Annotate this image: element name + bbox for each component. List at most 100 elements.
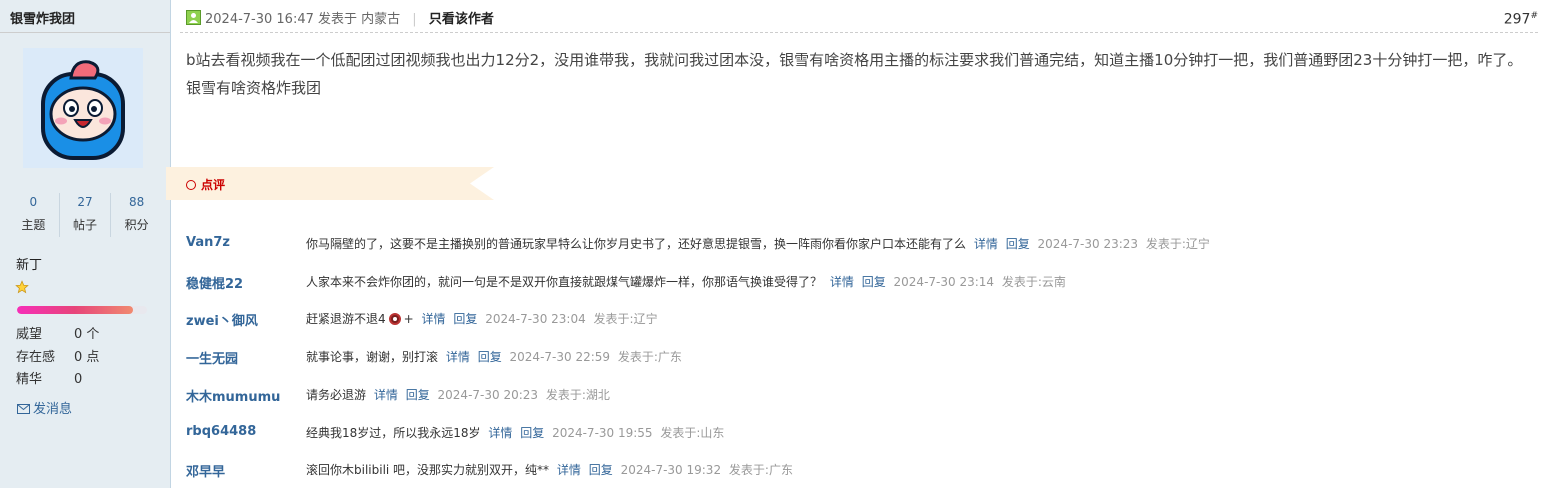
comment-location: 发表于:广东: [617, 350, 682, 364]
stat-value[interactable]: 27: [60, 195, 111, 209]
stat-value[interactable]: 88: [111, 195, 162, 209]
envelope-icon: [17, 403, 30, 418]
comment-user[interactable]: rbq64488: [186, 424, 256, 439]
author-sidebar: 银雪炸我团 0 主题 27 帖子 88 积分 新丁 威望 0 个 存在感 0 点…: [0, 0, 171, 488]
comment-text: 滚回你木bilibili 吧，没那实力就别双开，纯**: [306, 463, 550, 477]
comment-detail-link[interactable]: 详情: [974, 237, 998, 251]
post-header: 2024-7-30 16:47 发表于 内蒙古 | 只看该作者: [186, 8, 494, 29]
info-prestige: 威望 0 个: [16, 323, 99, 342]
info-key: 存在感: [16, 350, 56, 365]
author-stats: 0 主题 27 帖子 88 积分: [8, 193, 162, 237]
comment-time: 2024-7-30 19:55: [552, 426, 653, 440]
comment-time: 2024-7-30 23:04: [485, 312, 586, 326]
comment-time: 2024-7-30 23:23: [1037, 237, 1139, 251]
comment-text: 赶紧退游不退4: [306, 312, 386, 326]
comment-detail-link[interactable]: 详情: [422, 312, 446, 326]
stat-label: 主题: [21, 218, 46, 232]
comment-text: 经典我18岁过，所以我永远18岁: [306, 426, 481, 440]
floor-number[interactable]: 297#: [1504, 11, 1538, 28]
comment-row: Van7z 你马隔壁的了，这要不是主播换别的普通玩家早特么让你岁月史书了，还好意…: [186, 235, 1536, 257]
comment-row: zwei丶御风 赶紧退游不退4 + 详情 回复 2024-7-30 23:04 发…: [186, 310, 1536, 332]
info-value: 0 个: [74, 327, 100, 342]
comment-location: 发表于:云南: [1001, 275, 1066, 289]
divider: [180, 32, 1538, 34]
comment-location: 发表于:广东: [728, 463, 793, 477]
comment-location: 发表于:辽宁: [1145, 237, 1210, 251]
comment-location: 发表于:辽宁: [593, 312, 658, 326]
comment-body: 赶紧退游不退4 + 详情 回复 2024-7-30 23:04 发表于:辽宁: [306, 310, 658, 327]
author-username[interactable]: 银雪炸我团: [0, 0, 170, 33]
separator: |: [412, 12, 417, 27]
stat-value[interactable]: 0: [8, 195, 59, 209]
comment-detail-link[interactable]: 详情: [374, 388, 398, 402]
post-location: 发表于 内蒙古: [318, 12, 401, 27]
comment-row: 邓早早 滚回你木bilibili 吧，没那实力就别双开，纯** 详情 回复 20…: [186, 461, 1536, 483]
emoji-badge-icon: [388, 313, 401, 325]
comment-body: 人家本来不会炸你团的，就问一句是不是双开你直接就跟煤气罐爆炸一样，你那语气换谁受…: [306, 273, 1066, 290]
comment-body: 请务必退游 详情 回复 2024-7-30 20:23 发表于:湖北: [306, 386, 610, 403]
info-key: 精华: [16, 372, 43, 387]
floor-value[interactable]: 297: [1504, 12, 1531, 28]
comment-text: 人家本来不会炸你团的，就问一句是不是双开你直接就跟煤气罐爆炸一样，你那语气换谁受…: [306, 275, 823, 289]
post-timestamp: 2024-7-30 16:47: [205, 12, 314, 27]
comment-text-suffix: +: [403, 312, 414, 326]
comment-text: 就事论事，谢谢，别打滚: [306, 350, 439, 364]
comment-user[interactable]: 一生无园: [186, 348, 238, 367]
comment-row: rbq64488 经典我18岁过，所以我永远18岁 详情 回复 2024-7-3…: [186, 424, 1536, 446]
post-content: b站去看视频我在一个低配团过团视频我也出力12分2，没用谁带我，我就问我过团本没…: [186, 51, 1523, 97]
avatar[interactable]: [23, 48, 143, 168]
comment-detail-link[interactable]: 详情: [446, 350, 470, 364]
comment-body: 经典我18岁过，所以我永远18岁 详情 回复 2024-7-30 19:55 发…: [306, 424, 724, 441]
comment-time: 2024-7-30 22:59: [509, 350, 611, 364]
avatar-cartoon: [23, 48, 143, 168]
floor-mark: #: [1530, 11, 1538, 21]
star-icon: [15, 279, 29, 298]
comment-time: 2024-7-30 19:32: [620, 463, 722, 477]
info-value: 0 点: [74, 350, 100, 365]
send-message-link[interactable]: 发消息: [17, 398, 72, 418]
level-progress-fill: [17, 306, 133, 314]
level-progress-bar: [17, 306, 147, 314]
send-message-label[interactable]: 发消息: [33, 402, 72, 417]
comment-reply-link[interactable]: 回复: [589, 463, 613, 477]
comment-body: 滚回你木bilibili 吧，没那实力就别双开，纯** 详情 回复 2024-7…: [306, 461, 793, 478]
comment-location: 发表于:山东: [660, 426, 725, 440]
comment-detail-link[interactable]: 详情: [488, 426, 512, 440]
comment-detail-link[interactable]: 详情: [830, 275, 854, 289]
author-only-link[interactable]: 只看该作者: [429, 12, 494, 27]
comment-detail-link[interactable]: 详情: [557, 463, 581, 477]
circle-icon: [186, 180, 196, 190]
comment-user[interactable]: 木木mumumu: [186, 386, 280, 405]
comment-text: 你马隔壁的了，这要不是主播换别的普通玩家早特么让你岁月史书了，还好意思提银雪，换…: [306, 237, 967, 251]
stat-points[interactable]: 88 积分: [111, 193, 162, 237]
comment-reply-link[interactable]: 回复: [453, 312, 477, 326]
stat-label: 积分: [124, 218, 149, 232]
comment-reply-link[interactable]: 回复: [406, 388, 430, 402]
comment-reply-link[interactable]: 回复: [520, 426, 544, 440]
info-key: 威望: [16, 327, 43, 342]
stat-label: 帖子: [73, 218, 98, 232]
comment-reply-link[interactable]: 回复: [478, 350, 502, 364]
comment-section-title: 点评: [201, 178, 226, 192]
comment-row: 木木mumumu 请务必退游 详情 回复 2024-7-30 20:23 发表于…: [186, 386, 1536, 408]
stat-threads[interactable]: 0 主题: [8, 193, 60, 237]
comment-body: 就事论事，谢谢，别打滚 详情 回复 2024-7-30 22:59 发表于:广东: [306, 348, 682, 365]
comment-user[interactable]: Van7z: [186, 235, 230, 250]
stat-posts[interactable]: 27 帖子: [60, 193, 112, 237]
info-presence: 存在感 0 点: [16, 346, 99, 365]
comment-user[interactable]: zwei丶御风: [186, 310, 258, 329]
comment-row: 一生无园 就事论事，谢谢，别打滚 详情 回复 2024-7-30 22:59 发…: [186, 348, 1536, 370]
online-user-icon: [186, 10, 201, 29]
comment-text: 请务必退游: [306, 388, 367, 402]
info-digest: 精华 0: [16, 368, 82, 387]
comment-time: 2024-7-30 23:14: [893, 275, 995, 289]
comment-row: 稳健棍22 人家本来不会炸你团的，就问一句是不是双开你直接就跟煤气罐爆炸一样，你…: [186, 273, 1536, 295]
user-rank: 新丁: [16, 258, 43, 273]
comment-location: 发表于:湖北: [545, 388, 610, 402]
comment-user[interactable]: 稳健棍22: [186, 273, 243, 292]
comment-body: 你马隔壁的了，这要不是主播换别的普通玩家早特么让你岁月史书了，还好意思提银雪，换…: [306, 235, 1210, 252]
comment-user[interactable]: 邓早早: [186, 461, 225, 480]
comment-reply-link[interactable]: 回复: [862, 275, 886, 289]
comment-section-label: 点评: [186, 176, 225, 193]
comment-reply-link[interactable]: 回复: [1006, 237, 1030, 251]
